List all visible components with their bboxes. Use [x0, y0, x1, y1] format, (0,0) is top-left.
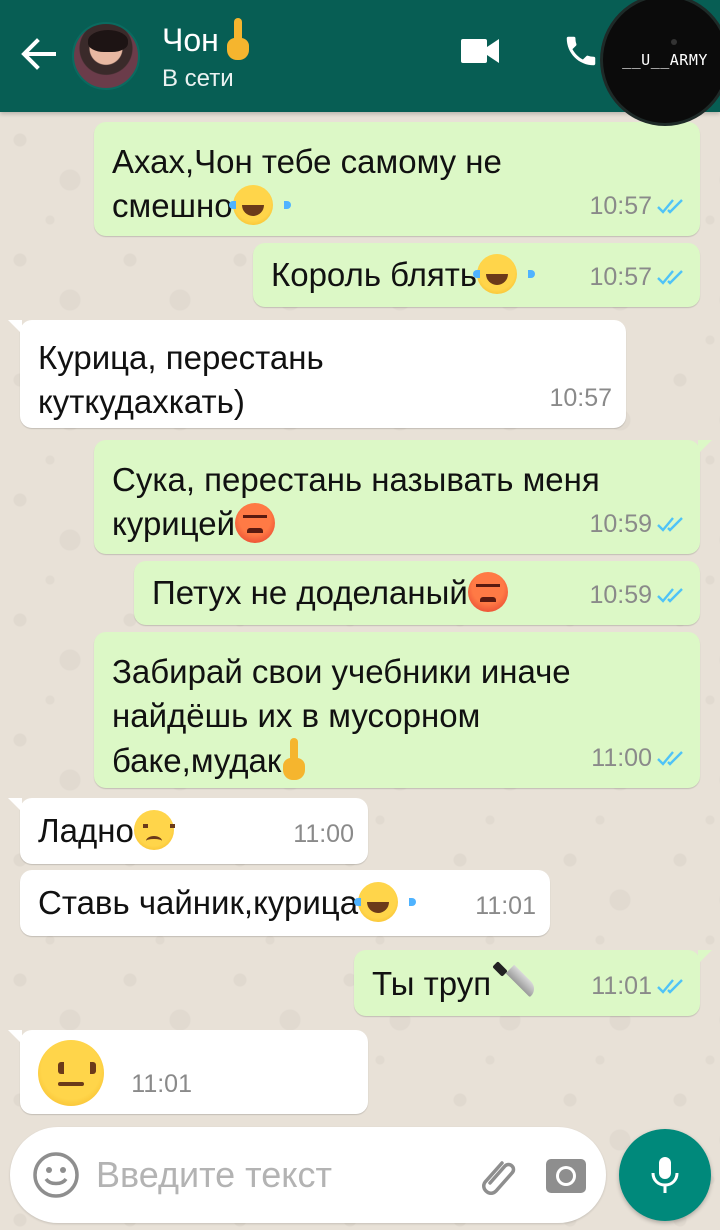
video-camera-icon [461, 37, 501, 70]
mic-button[interactable] [619, 1129, 711, 1221]
message-time: 10:59 [589, 510, 652, 538]
read-ticks-icon [657, 979, 683, 994]
voice-call-button[interactable] [558, 30, 604, 76]
camera-button[interactable] [542, 1151, 590, 1204]
arrow-left-icon [18, 34, 58, 79]
angry-face-emoji [467, 572, 508, 612]
read-ticks-icon [657, 517, 683, 532]
message-text: Петух не доделаный [152, 574, 468, 611]
angry-face-emoji [235, 503, 276, 543]
message-bubble[interactable]: Петух не доделаный 10:59 [134, 561, 700, 625]
microphone-icon [651, 1157, 679, 1193]
message-time: 10:57 [549, 384, 612, 412]
back-button[interactable] [0, 0, 62, 112]
laughing-tears-emoji [228, 185, 291, 225]
neutral-face-emoji [38, 1040, 104, 1106]
watermark-text: __U__ARMY [622, 51, 708, 69]
attach-button[interactable] [472, 1151, 520, 1204]
message-text: Сука, перестань называть меня курицей [112, 461, 600, 542]
message-text: Забирай свои учебники иначе найдёшь их в… [112, 653, 571, 779]
message-text: Ты труп [372, 965, 492, 1002]
message-text: Король блять [271, 256, 478, 293]
message-bubble[interactable]: Ахах,Чон тебе самому не смешно 10:57 [94, 122, 700, 236]
message-time: 11:01 [131, 1070, 192, 1098]
chat-header: Чон В сети __U__ARMY [0, 0, 720, 126]
read-ticks-icon [657, 199, 683, 214]
header-actions [458, 30, 604, 76]
message-text: Ахах,Чон тебе самому не смешно [112, 143, 502, 224]
contact-status: В сети [162, 65, 234, 92]
contact-name: Чон [162, 22, 219, 58]
watermark-logo: __U__ARMY [600, 0, 720, 126]
message-bubble[interactable]: Ставь чайник,курица 11:01 [20, 870, 550, 936]
message-text: Ставь чайник,курица [38, 884, 359, 921]
middle-finger-emoji [281, 738, 307, 782]
read-ticks-icon [657, 270, 683, 285]
message-composer [10, 1127, 606, 1223]
message-time: 10:57 [589, 263, 652, 291]
message-time: 10:57 [589, 192, 652, 220]
contact-info[interactable]: Чон В сети [162, 18, 251, 94]
message-text: Курица, перестань куткудахкать) [38, 339, 324, 420]
message-bubble[interactable]: Король блять 10:57 [253, 243, 700, 307]
video-call-button[interactable] [458, 30, 504, 76]
message-bubble[interactable]: Ты труп 11:01 [354, 950, 712, 1016]
message-input[interactable] [96, 1149, 456, 1201]
message-text: Ладно [38, 812, 134, 849]
laughing-tears-emoji [354, 882, 417, 922]
message-time: 10:59 [589, 581, 652, 609]
laughing-tears-emoji [473, 254, 536, 294]
message-bubble[interactable]: Забирай свои учебники иначе найдёшь их в… [94, 632, 700, 788]
phone-icon [562, 32, 600, 75]
message-bubble[interactable]: Сука, перестань называть меня курицей 10… [94, 440, 712, 554]
read-ticks-icon [657, 751, 683, 766]
camera-icon [546, 1159, 586, 1193]
avatar[interactable] [72, 22, 140, 90]
message-time: 11:00 [293, 820, 354, 848]
knife-emoji [491, 961, 537, 1005]
message-time: 11:01 [591, 972, 652, 1000]
message-bubble[interactable]: Ладно 11:00 [8, 798, 368, 864]
paperclip-icon [482, 1161, 516, 1195]
smiley-icon [33, 1152, 79, 1198]
message-time: 11:01 [475, 892, 536, 920]
message-bubble[interactable]: Курица, перестань куткудахкать) 10:57 [8, 320, 626, 428]
emoji-button[interactable] [30, 1149, 82, 1206]
middle-finger-emoji [225, 18, 251, 62]
message-time: 11:00 [591, 744, 652, 772]
disappointed-face-emoji [133, 810, 175, 850]
message-bubble[interactable]: 11:01 [8, 1030, 368, 1114]
read-ticks-icon [657, 588, 683, 603]
